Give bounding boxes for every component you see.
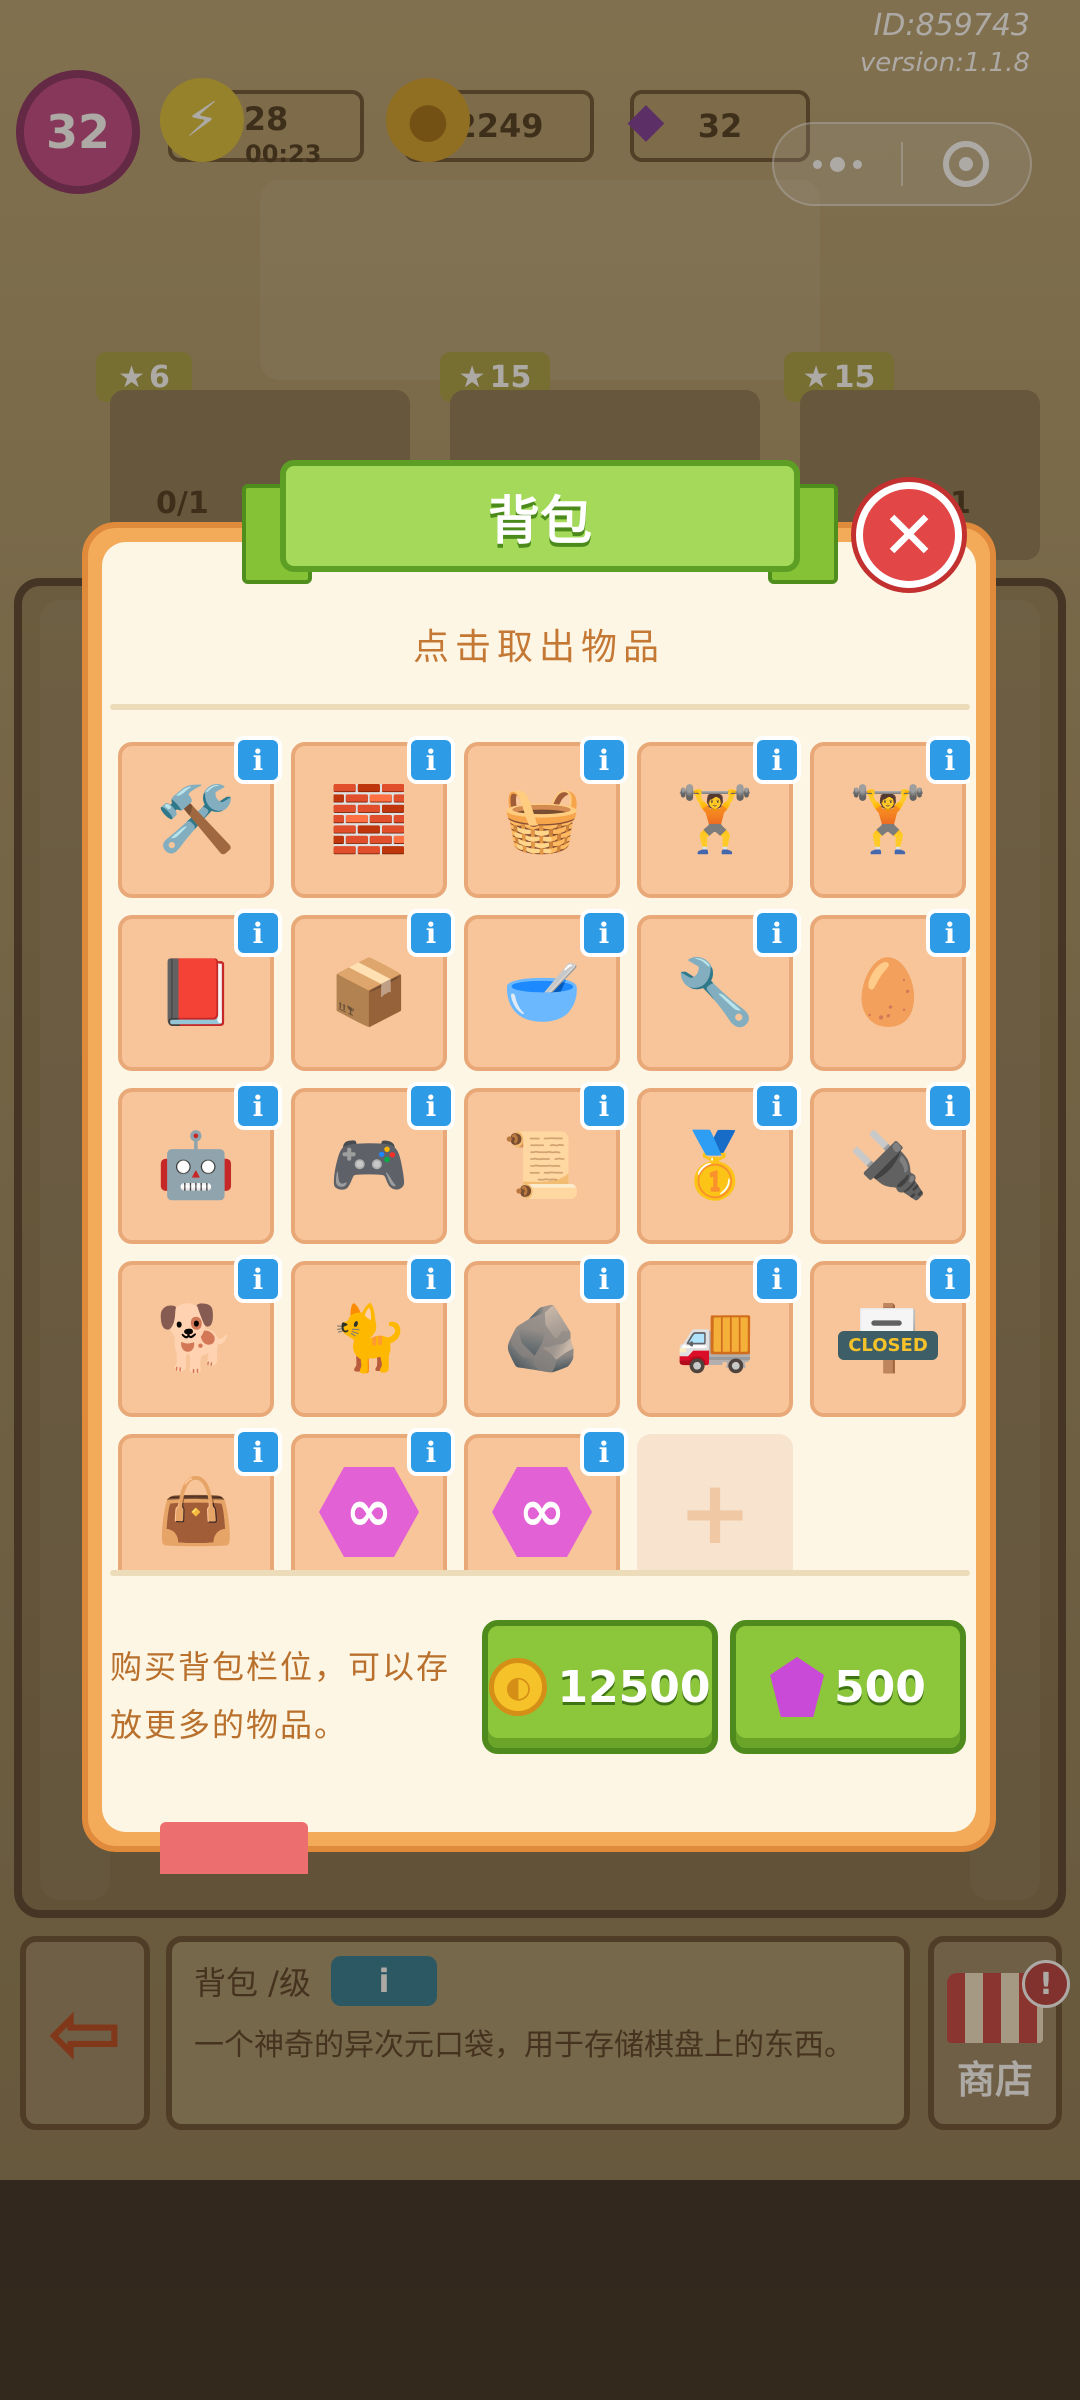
item-info-button[interactable]: i <box>234 1255 282 1303</box>
modal-title-ribbon: 背包 <box>280 460 800 572</box>
backpack-slot-cardboard-box[interactable]: 📦 i <box>291 909 455 1071</box>
buy-slot-description: 购买背包栏位，可以存放更多的物品。 <box>110 1648 451 1744</box>
sleeping-cat-icon: 🐈 <box>329 1302 409 1376</box>
backpack-slot-drill[interactable]: 🔧 i <box>637 909 801 1071</box>
pink-bag-icon: 👜 <box>156 1475 236 1549</box>
item-info-button[interactable]: i <box>234 909 282 957</box>
cardboard-box-icon: 📦 <box>329 956 409 1030</box>
item-info-button[interactable]: i <box>926 909 970 957</box>
gold-medal-icon: 🥇 <box>675 1129 755 1203</box>
robot-arm-toy-icon: 🤖 <box>156 1129 236 1203</box>
drill-icon: 🔧 <box>675 956 755 1030</box>
backpack-slot-closed-sign[interactable]: 🪧CLOSEDi <box>810 1255 970 1417</box>
buy-with-coins-button[interactable]: ◐ 12500 <box>482 1620 718 1754</box>
modal-subtitle: 点击取出物品 <box>412 627 665 668</box>
backpack-slot-toy-truck[interactable]: 🚚 i <box>637 1255 801 1417</box>
coin-price: 12500 <box>557 1661 711 1713</box>
bricks-icon: 🧱 <box>329 783 409 857</box>
item-info-button[interactable]: i <box>753 1255 801 1303</box>
book-icon: 📕 <box>156 956 236 1030</box>
backpack-slot-bench-press[interactable]: 🏋️ i <box>637 736 801 898</box>
item-info-button[interactable]: i <box>234 1428 282 1476</box>
modal-title: 背包 <box>487 491 592 552</box>
backpack-slot-handheld-console[interactable]: 🎮 i <box>291 1082 455 1244</box>
item-info-button[interactable]: i <box>580 909 628 957</box>
infinity-gem-2-icon: ∞ <box>492 1467 592 1557</box>
handheld-console-icon: 🎮 <box>329 1129 409 1203</box>
item-info-button[interactable]: i <box>753 1082 801 1130</box>
top-divider <box>110 704 970 710</box>
shovel-icon: 🛠️ <box>156 783 236 857</box>
mossy-stone-icon: 🪨 <box>502 1302 582 1376</box>
item-info-button[interactable]: i <box>926 736 970 784</box>
barbell-stand-icon: 🏋️ <box>848 783 928 857</box>
item-info-button[interactable]: i <box>407 736 455 784</box>
backpack-slot-egg-hatch[interactable]: 🥚 i <box>810 909 970 1071</box>
backpack-slot-bricks[interactable]: 🧱 i <box>291 736 455 898</box>
add-slot-button[interactable]: + <box>637 1434 793 1570</box>
item-info-button[interactable]: i <box>580 1428 628 1476</box>
backpack-slot-gold-medal[interactable]: 🥇 i <box>637 1082 801 1244</box>
item-info-button[interactable]: i <box>407 1255 455 1303</box>
backpack-slot-infinity-gem-1[interactable]: ∞ i <box>291 1428 455 1570</box>
backpack-slot-pink-bag[interactable]: 👜 i <box>118 1428 282 1570</box>
backpack-slot-shovel[interactable]: 🛠️ i <box>118 736 282 898</box>
backpack-slot-infinity-gem-2[interactable]: ∞ i <box>464 1428 628 1570</box>
coin-icon: ◐ <box>489 1658 548 1716</box>
item-info-button[interactable]: i <box>407 1082 455 1130</box>
plus-icon: + <box>678 1460 752 1564</box>
close-button[interactable]: ✕ <box>856 482 962 588</box>
bench-press-icon: 🏋️ <box>675 783 755 857</box>
backpack-slot-basket[interactable]: 🧺 i <box>464 736 628 898</box>
item-info-button[interactable]: i <box>580 1255 628 1303</box>
item-info-button[interactable]: i <box>753 909 801 957</box>
scroll-icon: 📜 <box>502 1129 582 1203</box>
infinity-gem-1-icon: ∞ <box>319 1467 419 1557</box>
buy-with-gems-button[interactable]: 500 <box>730 1620 966 1754</box>
bottom-divider <box>110 1570 970 1576</box>
close-icon: ✕ <box>881 496 937 574</box>
item-info-button[interactable]: i <box>580 736 628 784</box>
backpack-slot-sleeping-cat[interactable]: 🐈 i <box>291 1255 455 1417</box>
backpack-slot-book[interactable]: 📕 i <box>118 909 282 1071</box>
item-info-button[interactable]: i <box>407 1428 455 1476</box>
mortar-pestle-icon: 🥣 <box>502 956 582 1030</box>
item-info-button[interactable]: i <box>926 1255 970 1303</box>
backpack-slot-shiba-dog[interactable]: 🐕 i <box>118 1255 282 1417</box>
modal-bottom-tab <box>160 1822 308 1874</box>
item-info-button[interactable]: i <box>407 909 455 957</box>
backpack-grid: 🛠️ i 🧱 i 🧺 i 🏋️ i 🏋️ i 📕 i 📦 i 🥣 i 🔧 i 🥚 i 🤖 i 🎮 i 📜 i 🥇 i 🔌 i 🐕 i 🐈 i 🪨 i 🚚… <box>110 722 970 1570</box>
item-info-button[interactable]: i <box>580 1082 628 1130</box>
egg-hatch-icon: 🥚 <box>848 956 928 1030</box>
item-info-button[interactable]: i <box>926 1082 970 1130</box>
gem-price: 500 <box>834 1661 926 1713</box>
backpack-slot-robot-arm-toy[interactable]: 🤖 i <box>118 1082 282 1244</box>
closed-sign-text: CLOSED <box>838 1331 938 1360</box>
backpack-slot-mortar-pestle[interactable]: 🥣 i <box>464 909 628 1071</box>
item-info-button[interactable]: i <box>234 736 282 784</box>
toy-truck-icon: 🚚 <box>675 1302 755 1376</box>
item-info-button[interactable]: i <box>753 736 801 784</box>
backpack-slot-scroll[interactable]: 📜 i <box>464 1082 628 1244</box>
backpack-slot-mossy-stone[interactable]: 🪨 i <box>464 1255 628 1417</box>
backpack-slot-circuit-board[interactable]: 🔌 i <box>810 1082 970 1244</box>
gem-icon <box>770 1657 825 1717</box>
basket-icon: 🧺 <box>502 783 582 857</box>
shiba-dog-icon: 🐕 <box>156 1302 236 1376</box>
backpack-slot-barbell-stand[interactable]: 🏋️ i <box>810 736 970 898</box>
circuit-board-icon: 🔌 <box>848 1129 928 1203</box>
item-info-button[interactable]: i <box>234 1082 282 1130</box>
